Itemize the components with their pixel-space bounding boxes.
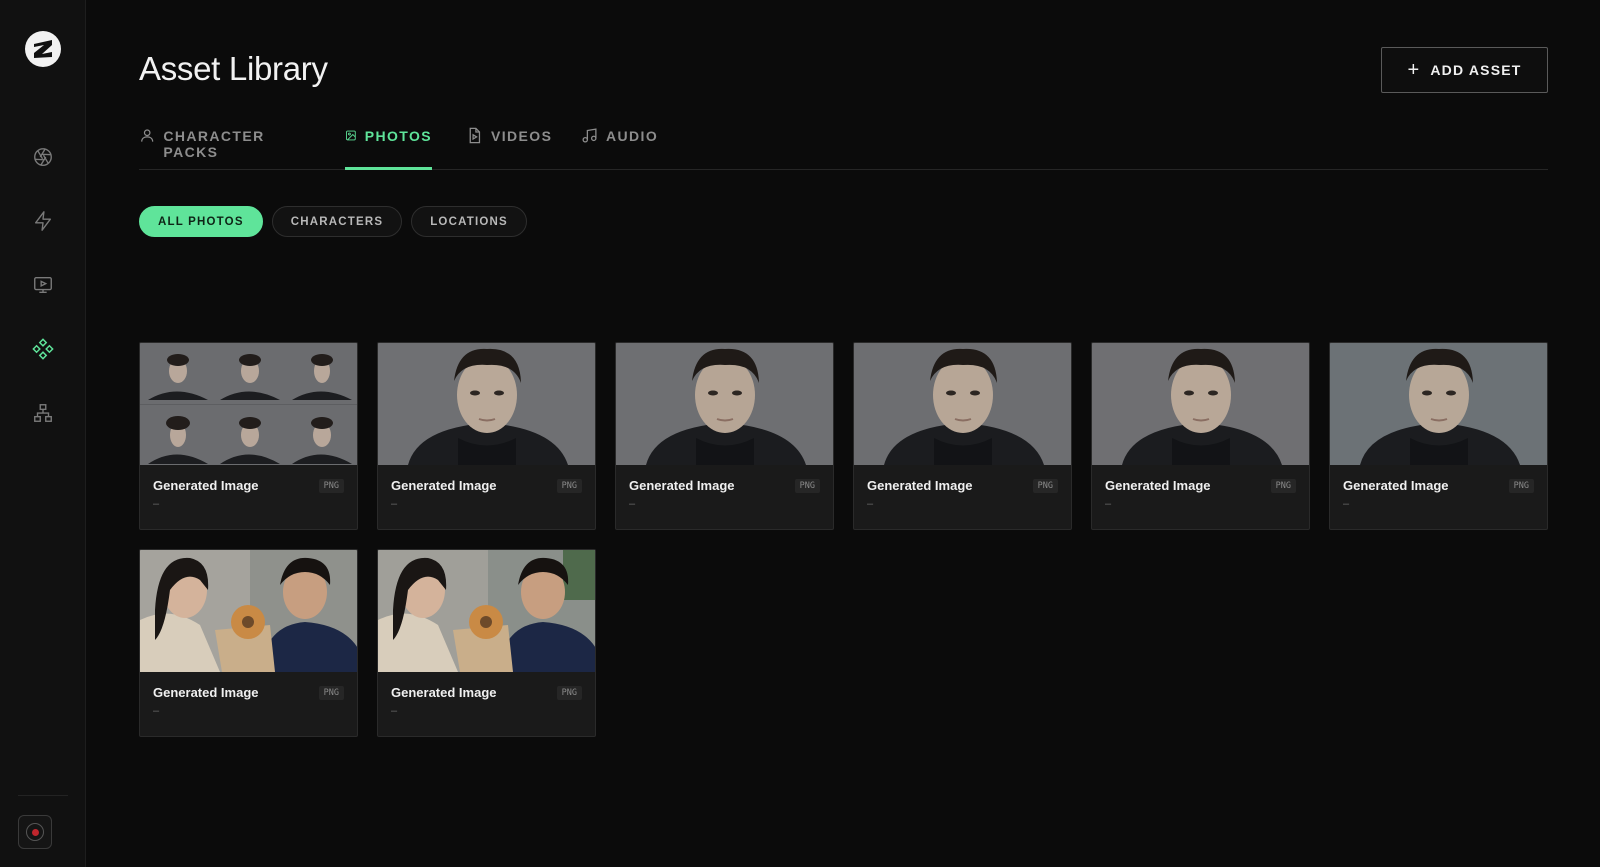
tab-label: PHOTOS <box>364 128 432 144</box>
filter-all-photos[interactable]: ALL PHOTOS <box>139 206 263 237</box>
filter-characters[interactable]: CHARACTERS <box>271 206 403 237</box>
asset-subtitle: – <box>153 498 160 510</box>
asset-title: Generated Image <box>391 685 497 700</box>
page-title: Asset Library <box>139 50 328 87</box>
asset-card[interactable]: Generated Image – PNG <box>1091 342 1310 530</box>
format-badge: PNG <box>556 686 582 700</box>
music-note-icon <box>582 128 597 143</box>
asset-card[interactable]: Generated Image – PNG <box>139 549 358 737</box>
asset-thumbnail <box>378 343 595 465</box>
format-badge: PNG <box>1508 479 1534 493</box>
add-asset-button[interactable]: + ADD ASSET <box>1381 47 1548 93</box>
tab-label: CHARACTER PACKS <box>163 128 265 160</box>
tab-label: AUDIO <box>606 128 659 144</box>
asset-card[interactable]: Generated Image – PNG <box>1329 342 1548 530</box>
record-button[interactable] <box>18 815 52 849</box>
asset-title: Generated Image <box>391 478 497 493</box>
asset-card[interactable]: Generated Image – PNG <box>139 342 358 530</box>
asset-subtitle: – <box>391 498 398 510</box>
tab-bar: CHARACTER PACKS PHOTOS VIDEOS AUDIO <box>139 120 1548 170</box>
asset-subtitle: – <box>1343 498 1350 510</box>
image-icon <box>346 130 356 141</box>
asset-subtitle: – <box>629 498 636 510</box>
asset-thumbnail <box>616 343 833 465</box>
format-badge: PNG <box>556 479 582 493</box>
asset-thumbnail <box>378 550 595 672</box>
asset-thumbnail <box>140 343 357 465</box>
asset-thumbnail <box>1330 343 1547 465</box>
app-logo[interactable] <box>25 31 61 67</box>
asset-subtitle: – <box>867 498 874 510</box>
asset-library-icon[interactable] <box>31 337 55 361</box>
asset-card[interactable]: Generated Image – PNG <box>377 549 596 737</box>
asset-grid: Generated Image – PNG Generated Image – … <box>139 342 1548 737</box>
record-icon <box>26 823 44 841</box>
format-badge: PNG <box>318 479 344 493</box>
sidebar-divider <box>18 795 68 796</box>
main-content: Asset Library + ADD ASSET CHARACTER PACK… <box>86 0 1600 867</box>
camera-aperture-icon[interactable] <box>31 145 55 169</box>
plus-icon: + <box>1407 59 1421 81</box>
asset-card[interactable]: Generated Image – PNG <box>615 342 834 530</box>
asset-subtitle: – <box>391 705 398 717</box>
format-badge: PNG <box>794 479 820 493</box>
asset-subtitle: – <box>153 705 160 717</box>
asset-title: Generated Image <box>867 478 973 493</box>
asset-card[interactable]: Generated Image – PNG <box>377 342 596 530</box>
tab-audio[interactable]: AUDIO <box>581 120 661 170</box>
asset-title: Generated Image <box>1105 478 1211 493</box>
video-screen-icon[interactable] <box>31 273 55 297</box>
logo-icon <box>34 40 52 58</box>
tab-character-packs[interactable]: CHARACTER PACKS <box>139 120 319 170</box>
asset-thumbnail <box>1092 343 1309 465</box>
sidebar <box>0 0 86 867</box>
hierarchy-icon[interactable] <box>31 401 55 425</box>
format-badge: PNG <box>1032 479 1058 493</box>
video-file-icon <box>469 127 481 144</box>
filter-locations[interactable]: LOCATIONS <box>411 206 527 237</box>
tab-videos[interactable]: VIDEOS <box>466 120 556 170</box>
format-badge: PNG <box>318 686 344 700</box>
asset-subtitle: – <box>1105 498 1112 510</box>
asset-thumbnail <box>140 550 357 672</box>
user-icon <box>141 129 154 142</box>
format-badge: PNG <box>1270 479 1296 493</box>
lightning-icon[interactable] <box>31 209 55 233</box>
asset-thumbnail <box>854 343 1071 465</box>
asset-title: Generated Image <box>153 478 259 493</box>
add-asset-label: ADD ASSET <box>1430 62 1522 78</box>
asset-title: Generated Image <box>629 478 735 493</box>
tab-photos[interactable]: PHOTOS <box>345 120 432 170</box>
tab-label: VIDEOS <box>491 128 553 144</box>
asset-title: Generated Image <box>1343 478 1449 493</box>
asset-card[interactable]: Generated Image – PNG <box>853 342 1072 530</box>
filter-chips: ALL PHOTOS CHARACTERS LOCATIONS <box>139 206 527 237</box>
asset-title: Generated Image <box>153 685 259 700</box>
